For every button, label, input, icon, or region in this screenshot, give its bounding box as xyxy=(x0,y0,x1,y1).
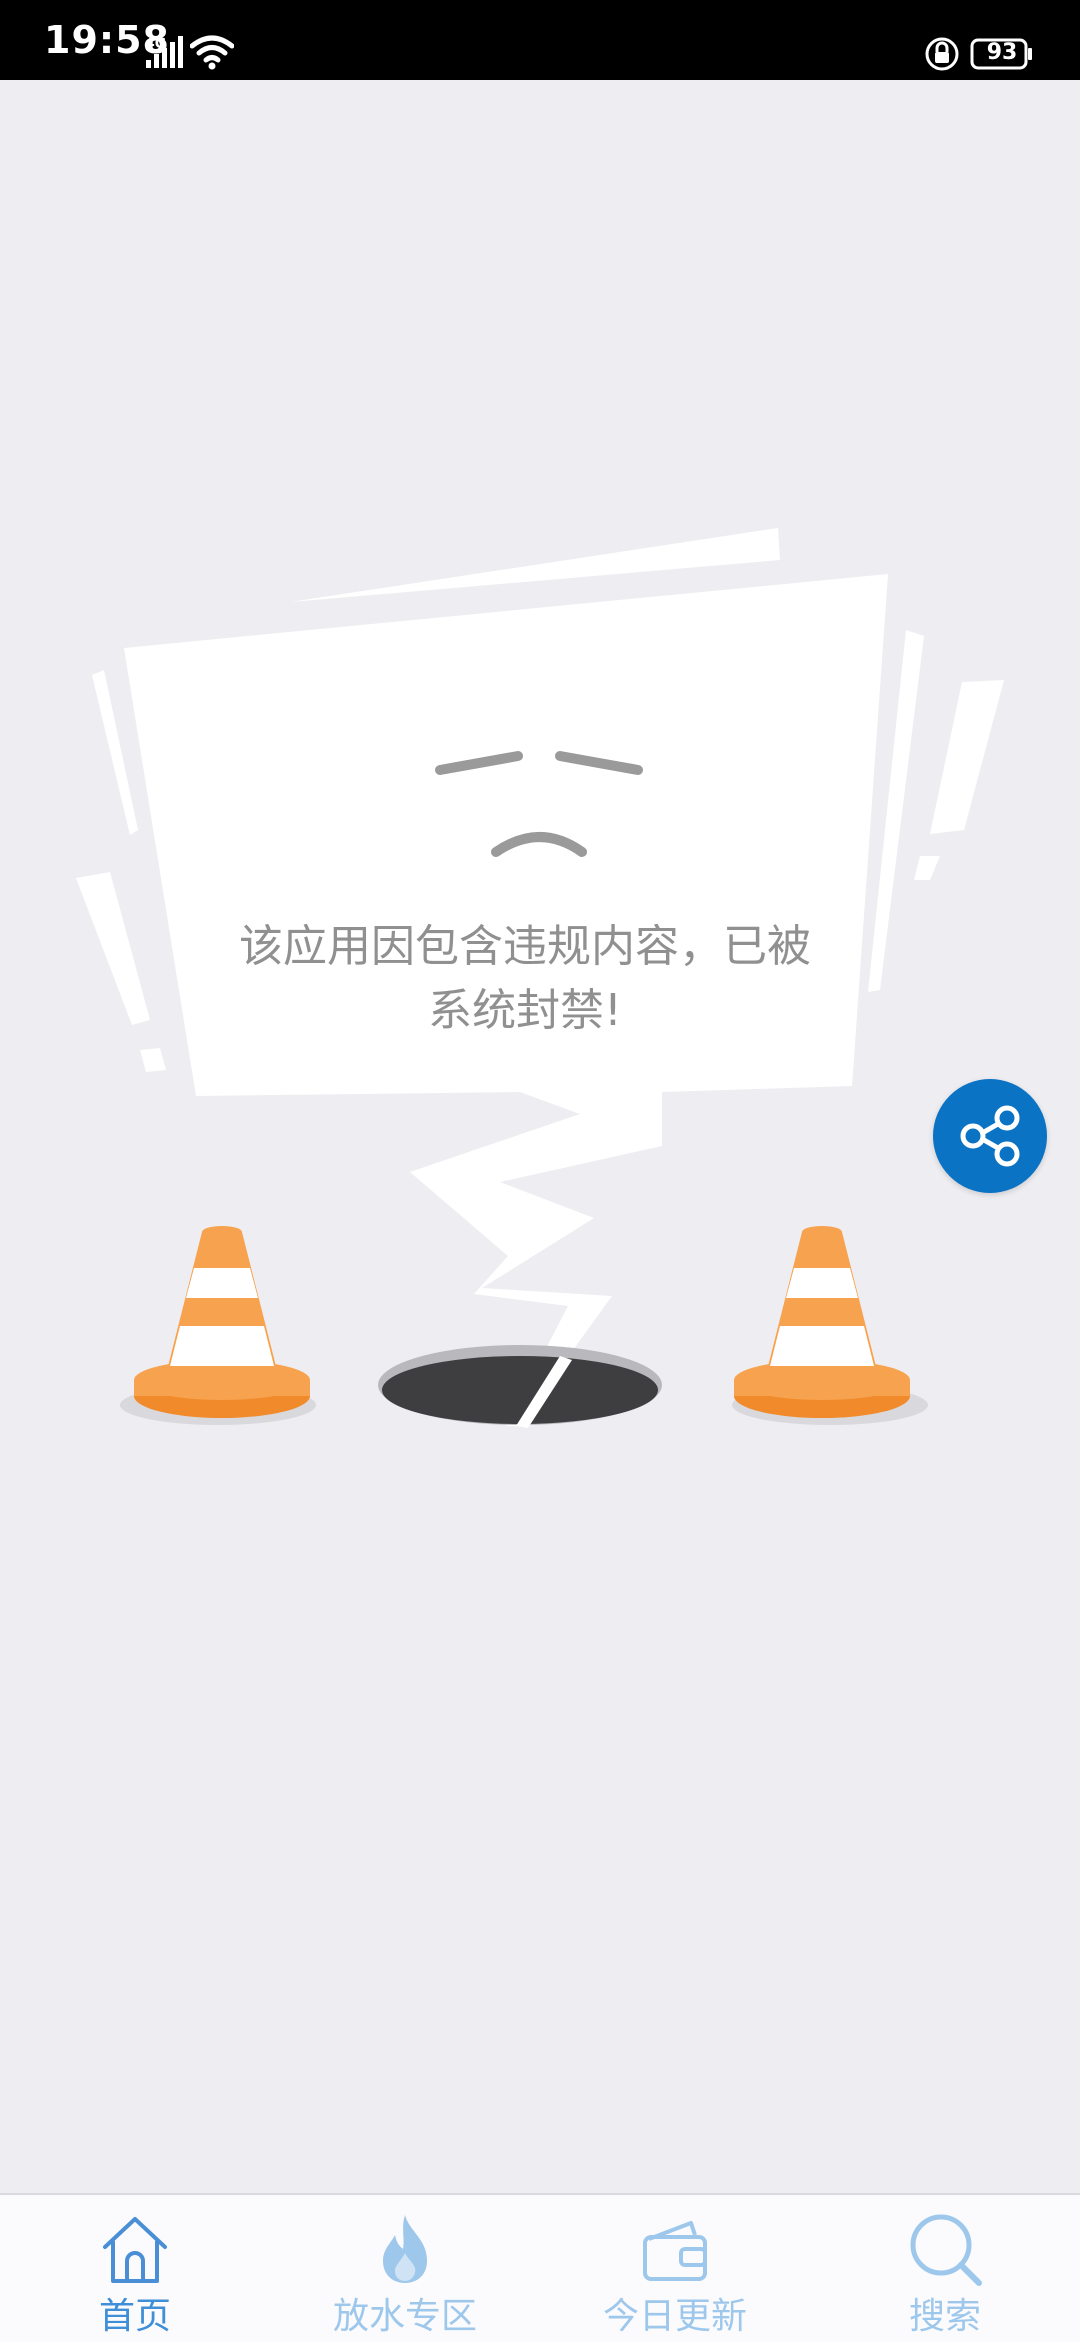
battery-level: 93 xyxy=(986,40,1018,65)
share-button[interactable] xyxy=(933,1079,1047,1193)
network-type: 4G xyxy=(145,36,167,52)
wifi-icon xyxy=(190,35,234,70)
tab-search[interactable]: 搜索 xyxy=(810,2195,1080,2342)
home-icon xyxy=(103,2217,167,2283)
ban-message-line1: 该应用因包含违规内容，已被 xyxy=(239,921,811,972)
tab-search-label: 搜索 xyxy=(908,2296,981,2337)
wallet-icon xyxy=(643,2221,707,2281)
ban-message-line2: 系统封禁! xyxy=(428,985,622,1036)
tab-today-update[interactable]: 今日更新 xyxy=(540,2195,810,2342)
ban-message: 该应用因包含违规内容，已被 系统封禁! xyxy=(200,915,850,1043)
lock-rotation-icon xyxy=(925,37,959,71)
tab-fangshui[interactable]: 放水专区 xyxy=(270,2195,540,2342)
search-icon xyxy=(910,2214,982,2286)
bottom-tab-bar: 首页 放水专区 今日更新 搜索 xyxy=(0,2193,1080,2342)
tab-today-update-label: 今日更新 xyxy=(602,2296,747,2337)
tab-home-label: 首页 xyxy=(98,2296,171,2337)
tab-home[interactable]: 首页 xyxy=(0,2195,270,2342)
tab-fangshui-label: 放水专区 xyxy=(332,2296,477,2337)
flame-icon xyxy=(383,2215,427,2283)
share-icon xyxy=(960,1105,1020,1167)
status-bar: 19:58 4G 93 xyxy=(0,0,1080,80)
